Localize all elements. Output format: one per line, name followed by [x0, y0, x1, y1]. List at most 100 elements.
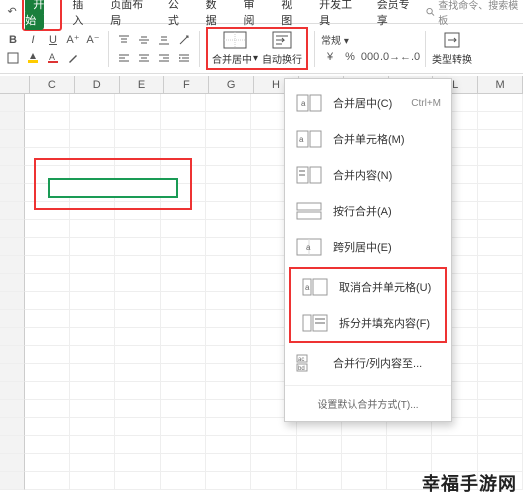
- row-header[interactable]: [0, 130, 25, 148]
- cell[interactable]: [115, 346, 160, 364]
- cell[interactable]: [161, 418, 206, 436]
- row-header[interactable]: [0, 274, 25, 292]
- cell[interactable]: [206, 310, 251, 328]
- cell[interactable]: [115, 292, 160, 310]
- cell[interactable]: [161, 94, 206, 112]
- cell[interactable]: [25, 472, 70, 490]
- cell[interactable]: [115, 274, 160, 292]
- cell[interactable]: [25, 328, 70, 346]
- col-header[interactable]: E: [120, 76, 165, 94]
- tab-formula[interactable]: 公式: [160, 0, 196, 31]
- border-icon[interactable]: [4, 50, 22, 66]
- menu-split-fill[interactable]: 拆分并填充内容(F): [291, 305, 445, 341]
- cell[interactable]: [70, 472, 115, 490]
- cell[interactable]: [25, 310, 70, 328]
- cell[interactable]: [115, 220, 160, 238]
- row-header[interactable]: [0, 202, 25, 220]
- cell[interactable]: [70, 436, 115, 454]
- cell[interactable]: [478, 238, 523, 256]
- row-header[interactable]: [0, 328, 25, 346]
- row-header[interactable]: [0, 148, 25, 166]
- cell[interactable]: [25, 436, 70, 454]
- cell[interactable]: [478, 400, 523, 418]
- comma-icon[interactable]: 000: [361, 49, 379, 65]
- cell[interactable]: [70, 112, 115, 130]
- cell[interactable]: [25, 382, 70, 400]
- align-bottom-icon[interactable]: [155, 32, 173, 48]
- merged-cell-selection[interactable]: [48, 178, 178, 198]
- italic-icon[interactable]: I: [24, 32, 42, 48]
- cell[interactable]: [70, 346, 115, 364]
- cell[interactable]: [161, 364, 206, 382]
- cell[interactable]: [478, 364, 523, 382]
- decimal-dec-icon[interactable]: ←.0: [401, 49, 419, 65]
- cell[interactable]: [478, 274, 523, 292]
- col-header[interactable]: M: [478, 76, 523, 94]
- cell[interactable]: [25, 454, 70, 472]
- number-format-select[interactable]: 常规 ▾: [321, 32, 349, 47]
- cell[interactable]: [161, 238, 206, 256]
- cell[interactable]: [342, 436, 387, 454]
- search-box[interactable]: 查找命令、搜索模板: [426, 0, 519, 27]
- percent-icon[interactable]: %: [341, 49, 359, 65]
- type-convert-button[interactable]: 类型转换: [432, 31, 472, 66]
- row-header[interactable]: [0, 220, 25, 238]
- cell[interactable]: [161, 436, 206, 454]
- cell[interactable]: [70, 364, 115, 382]
- align-top-icon[interactable]: [115, 32, 133, 48]
- row-header[interactable]: [0, 382, 25, 400]
- col-header[interactable]: C: [30, 76, 75, 94]
- cell[interactable]: [161, 328, 206, 346]
- menu-merge-rows[interactable]: 按行合并(A): [285, 193, 451, 229]
- cell[interactable]: [478, 130, 523, 148]
- cell[interactable]: [206, 220, 251, 238]
- cell[interactable]: [70, 130, 115, 148]
- cell[interactable]: [206, 256, 251, 274]
- cell[interactable]: [115, 364, 160, 382]
- merge-center-button[interactable]: 合并居中▾: [212, 31, 258, 66]
- cell[interactable]: [25, 274, 70, 292]
- align-left-icon[interactable]: [115, 50, 133, 66]
- cell[interactable]: [115, 328, 160, 346]
- col-header[interactable]: F: [164, 76, 209, 94]
- menu-across-center[interactable]: a 跨列居中(E): [285, 229, 451, 265]
- cell[interactable]: [206, 166, 251, 184]
- cell[interactable]: [297, 436, 342, 454]
- cell[interactable]: [25, 400, 70, 418]
- cell[interactable]: [70, 454, 115, 472]
- highlight-pen-icon[interactable]: [64, 50, 82, 66]
- cell[interactable]: [115, 256, 160, 274]
- cell[interactable]: [161, 292, 206, 310]
- row-header[interactable]: [0, 364, 25, 382]
- cell[interactable]: [161, 472, 206, 490]
- row-header[interactable]: [0, 436, 25, 454]
- row-header[interactable]: [0, 472, 25, 490]
- cell[interactable]: [70, 256, 115, 274]
- cell[interactable]: [478, 418, 523, 436]
- cell[interactable]: [25, 292, 70, 310]
- row-header[interactable]: [0, 94, 25, 112]
- cell[interactable]: [478, 148, 523, 166]
- font-decrease-icon[interactable]: A⁻: [84, 32, 102, 48]
- row-header[interactable]: [0, 346, 25, 364]
- wrap-text-button[interactable]: 自动换行: [262, 31, 302, 66]
- cell[interactable]: [342, 472, 387, 490]
- cell[interactable]: [478, 292, 523, 310]
- cell[interactable]: [115, 472, 160, 490]
- menu-unmerge[interactable]: a 取消合并单元格(U): [291, 269, 445, 305]
- cell[interactable]: [25, 220, 70, 238]
- cell[interactable]: [206, 454, 251, 472]
- orientation-icon[interactable]: [175, 32, 193, 48]
- row-header[interactable]: [0, 184, 25, 202]
- cell[interactable]: [206, 112, 251, 130]
- cell[interactable]: [25, 418, 70, 436]
- cell[interactable]: [478, 382, 523, 400]
- cell[interactable]: [25, 94, 70, 112]
- cell[interactable]: [115, 238, 160, 256]
- row-header[interactable]: [0, 454, 25, 472]
- cell[interactable]: [251, 472, 296, 490]
- cell[interactable]: [25, 112, 70, 130]
- tab-start[interactable]: 开始: [25, 0, 44, 30]
- cell[interactable]: [206, 382, 251, 400]
- cell[interactable]: [70, 94, 115, 112]
